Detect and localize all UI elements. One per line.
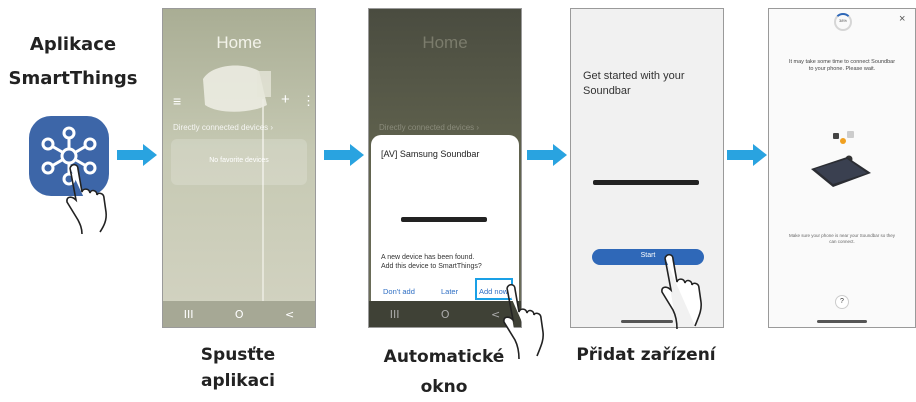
phone-screen-connecting: 38% × It may take some time to connect S…: [768, 8, 916, 328]
phone-screen-home: Home ≡ + ⋮ Directly connected devices › …: [162, 8, 316, 328]
step-3-caption: Přidat zařízení: [576, 345, 716, 365]
close-icon[interactable]: ×: [899, 13, 905, 25]
arrow-icon-4: [727, 144, 767, 166]
app-title-line1: Aplikace: [29, 34, 117, 55]
connecting-message: It may take some time to connect Soundba…: [773, 59, 911, 73]
help-icon: ?: [840, 298, 844, 305]
dialog-message-line2: Add this device to SmartThings?: [381, 263, 482, 270]
more-icon[interactable]: ⋮: [302, 93, 315, 109]
app-title: Aplikace SmartThings: [8, 28, 138, 96]
connecting-message-line1: It may take some time to connect Soundba…: [788, 59, 896, 65]
menu-icon[interactable]: ≡: [173, 93, 181, 109]
home-title-dim: Home: [422, 33, 468, 52]
pointing-hand-icon: [60, 160, 120, 235]
get-started-heading-line2: Soundbar: [583, 85, 631, 97]
step-2-caption-line1: Automatické: [383, 347, 505, 367]
recent-apps-icon[interactable]: III: [390, 308, 400, 321]
empty-favorites-text: No favorite devices: [209, 157, 269, 164]
add-icon[interactable]: +: [281, 91, 290, 108]
favorites-card: No favorite devices: [171, 139, 307, 185]
home-nav-icon[interactable]: O: [235, 308, 244, 321]
home-indicator: [817, 320, 867, 323]
phone-near-soundbar-illustration: [811, 131, 871, 187]
proximity-hint: Make sure your phone is near your Soundb…: [773, 233, 911, 245]
get-started-heading-line1: Get started with your: [583, 70, 685, 82]
dialog-message: A new device has been found. Add this de…: [381, 253, 482, 271]
arrow-icon-3: [527, 144, 567, 166]
step-1-caption: Spusťte aplikaci: [200, 345, 276, 391]
back-icon[interactable]: <: [285, 308, 294, 321]
step-2-caption: Automatické okno: [358, 342, 530, 402]
arrow-icon-1: [117, 144, 157, 166]
get-started-heading: Get started with your Soundbar: [583, 69, 685, 99]
recent-apps-icon[interactable]: III: [184, 308, 194, 321]
proximity-hint-line2: can connect.: [829, 239, 855, 244]
directly-connected-label-dim: Directly connected devices ›: [379, 123, 480, 132]
help-button[interactable]: ?: [835, 295, 849, 309]
step-2-caption-line2: okno: [420, 377, 468, 397]
soundbar-image: [401, 217, 487, 222]
nav-bar: III O <: [163, 301, 315, 327]
dialog-message-line1: A new device has been found.: [381, 254, 475, 261]
pointing-hand-icon: [655, 250, 715, 330]
home-nav-icon[interactable]: O: [441, 308, 450, 321]
dont-add-button[interactable]: Don't add: [383, 287, 415, 296]
later-button[interactable]: Later: [441, 287, 458, 296]
soundbar-image: [593, 180, 699, 185]
arrow-icon-2: [324, 144, 364, 166]
connecting-message-line2: to your phone. Please wait.: [808, 66, 876, 72]
directly-connected-label[interactable]: Directly connected devices ›: [173, 123, 273, 132]
app-title-line2: SmartThings: [8, 68, 138, 89]
progress-value: 38%: [838, 18, 847, 23]
dialog-title: [AV] Samsung Soundbar: [381, 149, 480, 159]
